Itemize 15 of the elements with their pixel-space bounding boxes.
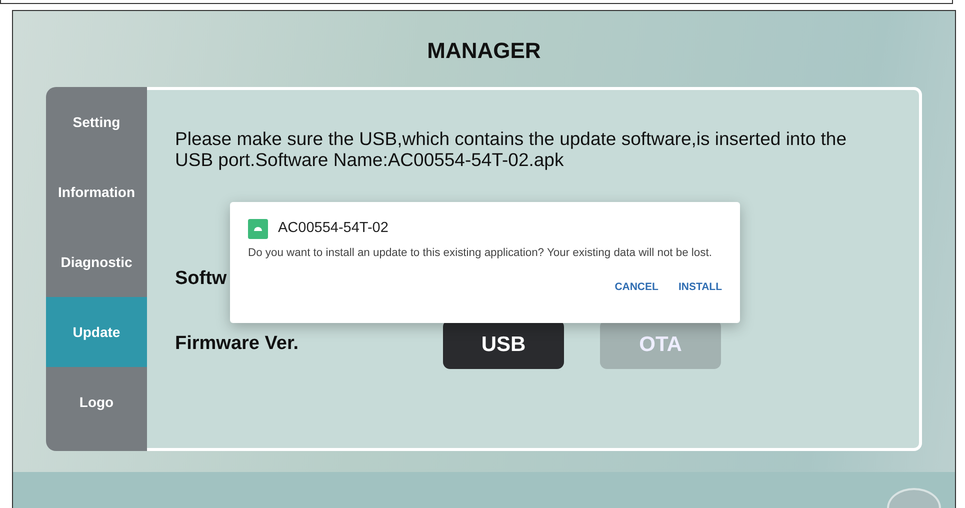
dialog-button[interactable]: CANCEL [604, 280, 658, 296]
sidebar-tab[interactable]: Logo [46, 367, 147, 437]
page-title: MANAGER [427, 38, 541, 63]
dialog-message: Do you want to install an update to this existing application? Your existing data will not be lost. [248, 246, 713, 260]
row-label: Softw [175, 267, 228, 292]
dialog-button[interactable]: INSTALL [668, 280, 722, 296]
instruction-text: Please make sure the USB,which contains the update software,is inserted into the USB port.Software Name:AC00554-54T-02.apk [175, 128, 848, 170]
row-label: Firmware Ver. [175, 332, 300, 356]
source-button[interactable]: USB [443, 320, 564, 369]
dialog-title: AC00554-54T-02 [278, 219, 388, 238]
sidebar-tab[interactable]: Information [46, 157, 147, 227]
app-icon [248, 218, 268, 239]
sidebar-tab[interactable]: Update [46, 297, 147, 367]
sidebar-tab[interactable]: Setting [46, 87, 147, 157]
sidebar-tab[interactable]: Diagnostic [46, 227, 147, 297]
